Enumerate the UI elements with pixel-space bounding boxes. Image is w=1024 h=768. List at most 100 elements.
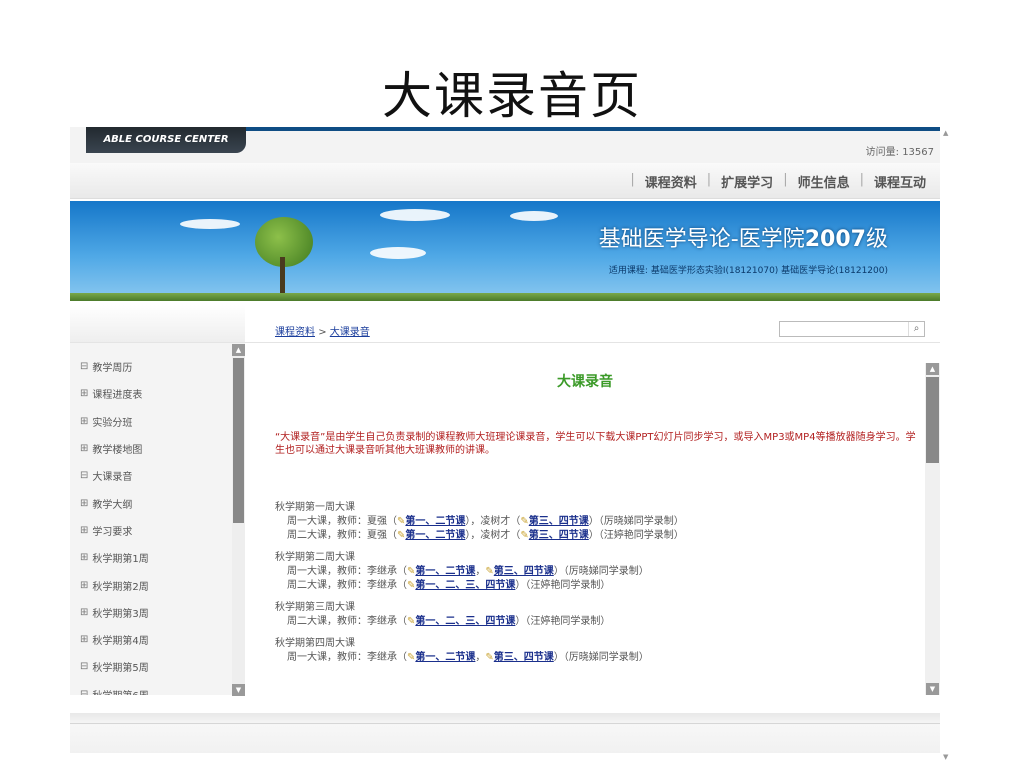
recording-link[interactable]: 第一、二、三、四节课: [415, 580, 515, 591]
lecture-info: ，: [475, 566, 486, 577]
page-title: 大课录音: [557, 374, 613, 390]
sidebar-item-label: 教学周历: [92, 363, 133, 375]
sidebar-item[interactable]: ⊟ 大课录音: [80, 462, 245, 489]
week-title: 秋学期第一周大课: [275, 502, 355, 513]
nav-course-materials[interactable]: 课程资料: [645, 172, 697, 191]
recording-link[interactable]: 第三、四节课: [529, 516, 589, 527]
sidebar-item-label: 秋学期第3周: [92, 608, 149, 620]
breadcrumb: 课程资料 > 大课录音: [275, 323, 370, 338]
sidebar-item[interactable]: ⊞ 秋学期第3周: [80, 599, 245, 626]
week-block: 秋学期第三周大课周二大课，教师：李继承（✎第一、二、三、四节课）（汪婷艳同学录制…: [275, 601, 925, 629]
tree-toggle-icon[interactable]: ⊞: [80, 416, 88, 427]
week-block: 秋学期第二周大课周一大课，教师：李继承（✎第一、二节课，✎第三、四节课）（厉晓娣…: [275, 551, 925, 593]
lecture-line: 周一大课，教师：李继承（✎第一、二节课，✎第三、四节课）（厉晓娣同学录制）: [275, 651, 925, 665]
tree-toggle-icon[interactable]: ⊞: [80, 552, 88, 563]
sidebar-item-label: 秋学期第1周: [92, 554, 149, 566]
page-footer: [70, 713, 940, 753]
recording-link[interactable]: 第三、四节课: [494, 652, 554, 663]
sidebar: ⊟ 教学周历 ⊞ 课程进度表 ⊞ 实验分班 ⊞ 教学楼地图 ⊟ 大课录音 ⊞ 教学大纲 ⊞ 学习要求 ⊞ 秋学…: [70, 343, 245, 695]
slide-title: 大课录音页: [382, 67, 642, 125]
nav-course-interaction[interactable]: 课程互动: [874, 172, 926, 191]
sidebar-item[interactable]: ⊞ 学习要求: [80, 517, 245, 544]
scroll-up-icon[interactable]: ▲: [232, 344, 245, 356]
sidebar-item[interactable]: ⊞ 课程进度表: [80, 380, 245, 407]
main-scroll-thumb[interactable]: [926, 377, 939, 463]
lecture-info: ，: [475, 652, 486, 663]
course-subtitle: 适用课程: 基础医学形态实验Ⅰ(18121070) 基础医学导论(1812120…: [608, 266, 888, 276]
tree-toggle-icon[interactable]: ⊞: [80, 525, 88, 536]
sidebar-item[interactable]: ⊞ 实验分班: [80, 408, 245, 435]
recording-link[interactable]: 第一、二节课: [415, 652, 475, 663]
lecture-line: 周一大课，教师：李继承（✎第一、二节课，✎第三、四节课）（厉晓娣同学录制）: [275, 565, 925, 579]
sidebar-item[interactable]: ⊟ 秋学期第5周: [80, 653, 245, 680]
sidebar-item[interactable]: ⊞ 教学大纲: [80, 489, 245, 516]
sidebar-item-label: 秋学期第6周: [92, 687, 148, 695]
sidebar-item-label: 秋学期第2周: [92, 581, 149, 593]
cloud-decoration: [370, 247, 426, 259]
page-scrollbar[interactable]: ▲ ▼: [940, 127, 954, 763]
course-banner: 基础医学导论-医学院2007级 适用课程: 基础医学形态实验Ⅰ(18121070…: [70, 201, 940, 301]
tree-toggle-icon[interactable]: ⊞: [80, 443, 88, 454]
nav-separator: |: [783, 172, 788, 187]
footer-divider: [70, 723, 940, 724]
lecture-line: 周二大课，教师：李继承（✎第一、二、三、四节课）（汪婷艳同学录制）: [275, 615, 925, 629]
nav-separator: |: [859, 172, 864, 187]
tree-toggle-icon[interactable]: ⊟: [80, 661, 88, 672]
sidebar-item[interactable]: ⊞ 秋学期第4周: [80, 626, 245, 653]
sidebar-item[interactable]: ⊟ 秋学期第6周: [80, 681, 245, 695]
lecture-info: 周一大课，教师：李继承（: [287, 652, 407, 663]
lecture-info: ），凌树才（: [465, 530, 521, 541]
nav-teacher-student-info[interactable]: 师生信息: [798, 172, 850, 191]
visit-counter: 访问量: 13567: [865, 147, 934, 158]
pencil-icon: ✎: [520, 516, 529, 527]
main-content: 大课录音 “大课录音”是由学生自己负责录制的课程教师大班理论课录音，学生可以下载…: [245, 343, 925, 695]
scroll-up-icon[interactable]: ▲: [943, 129, 951, 137]
sidebar-item-label: 教学楼地图: [92, 445, 143, 457]
sidebar-item[interactable]: ⊞ 秋学期第1周: [80, 544, 245, 571]
scroll-down-icon[interactable]: ▼: [926, 683, 939, 695]
sidebar-item[interactable]: ⊞ 秋学期第2周: [80, 571, 245, 598]
tree-toggle-icon[interactable]: ⊞: [80, 607, 88, 618]
sidebar-scroll-thumb[interactable]: [233, 358, 244, 523]
lecture-info: 周二大课，教师：李继承（: [287, 616, 407, 627]
scroll-down-icon[interactable]: ▼: [232, 684, 245, 696]
search-icon[interactable]: ⌕: [908, 322, 924, 336]
sidebar-item-label: 实验分班: [92, 417, 133, 429]
scroll-down-icon[interactable]: ▼: [943, 753, 951, 761]
cloud-decoration: [380, 209, 450, 221]
recording-link[interactable]: 第三、四节课: [529, 530, 589, 541]
week-title: 秋学期第三周大课: [275, 602, 355, 613]
week-title: 秋学期第四周大课: [275, 638, 355, 649]
tree-toggle-icon[interactable]: ⊟: [80, 361, 88, 372]
lecture-info: 周二大课，教师：夏强（: [287, 530, 397, 541]
recorder-note: ）（汪婷艳同学录制）: [515, 616, 611, 627]
sidebar-item[interactable]: ⊞ 教学楼地图: [80, 435, 245, 462]
lecture-line: 周二大课，教师：夏强（✎第一、二节课），凌树才（✎第三、四节课）（汪婷艳同学录制…: [275, 529, 925, 543]
scroll-up-icon[interactable]: ▲: [926, 363, 939, 375]
intro-text: “大课录音”是由学生自己负责录制的课程教师大班理论课录音，学生可以下载大课PPT…: [275, 432, 916, 456]
tree-toggle-icon[interactable]: ⊞: [80, 634, 88, 645]
recording-link[interactable]: 第一、二节课: [405, 530, 465, 541]
week-title: 秋学期第二周大课: [275, 552, 355, 563]
tree-toggle-icon[interactable]: ⊞: [80, 388, 88, 399]
recording-link[interactable]: 第一、二、三、四节课: [415, 616, 515, 627]
nav-bar: | 课程资料 | 扩展学习 | 师生信息 | 课程互动: [70, 163, 940, 199]
tree-toggle-icon[interactable]: ⊟: [80, 689, 88, 695]
lecture-info: ），凌树才（: [465, 516, 521, 527]
sidebar-scrollbar[interactable]: ▲ ▼: [232, 344, 245, 696]
pencil-icon: ✎: [520, 530, 529, 541]
breadcrumb-root[interactable]: 课程资料: [275, 327, 315, 338]
tree-toggle-icon[interactable]: ⊞: [80, 580, 88, 591]
breadcrumb-current[interactable]: 大课录音: [330, 327, 370, 338]
main-scrollbar[interactable]: ▲ ▼: [925, 363, 940, 695]
recording-link[interactable]: 第三、四节课: [494, 566, 554, 577]
nav-extended-learning[interactable]: 扩展学习: [721, 172, 773, 191]
recording-link[interactable]: 第一、二节课: [415, 566, 475, 577]
search-input[interactable]: ⌕: [779, 321, 925, 337]
course-title-suffix: 级: [865, 227, 888, 252]
tree-toggle-icon[interactable]: ⊞: [80, 498, 88, 509]
sidebar-item[interactable]: ⊟ 教学周历: [80, 353, 245, 380]
site-logo[interactable]: ABLE COURSE CENTER: [70, 127, 246, 153]
recording-link[interactable]: 第一、二节课: [405, 516, 465, 527]
tree-toggle-icon[interactable]: ⊟: [80, 470, 88, 481]
